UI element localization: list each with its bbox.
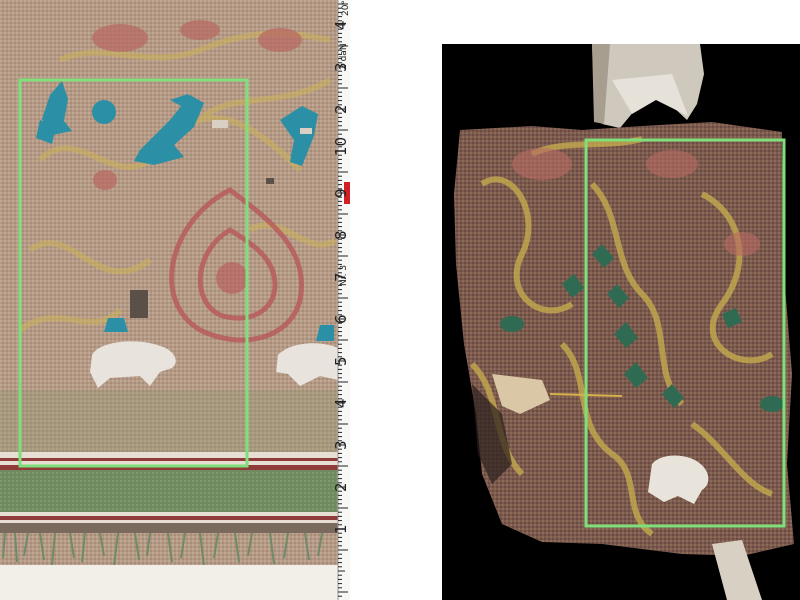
ruler-number: 6	[332, 314, 350, 324]
right-textile-photo	[442, 44, 800, 600]
left-textile-image: 20°C 2 daN Nr. 3 4 3 2 10 9 8 7 6 5 4 3 2 1	[0, 0, 350, 600]
ruler-number: 10	[332, 137, 350, 156]
ruler-number: 3	[332, 440, 350, 450]
ruler-number: 2	[332, 104, 350, 114]
ruler-number: 8	[332, 230, 350, 240]
ruler-number: 4	[332, 20, 350, 30]
left-textile-photo: 20°C 2 daN Nr. 3 4 3 2 10 9 8 7 6 5 4 3 2 1	[0, 0, 350, 600]
ruler-number: 9	[332, 188, 350, 198]
right-textile-image	[442, 44, 800, 600]
ruler-number: 1	[332, 524, 350, 534]
ruler-number: 2	[332, 482, 350, 492]
ruler: 20°C 2 daN Nr. 3	[337, 0, 350, 600]
ruler-number: 3	[332, 62, 350, 72]
ruler-number: 7	[332, 272, 350, 282]
ruler-number: 4	[332, 398, 350, 408]
ruler-number: 5	[332, 356, 350, 366]
ruler-top-label: 20°C	[341, 0, 350, 16]
